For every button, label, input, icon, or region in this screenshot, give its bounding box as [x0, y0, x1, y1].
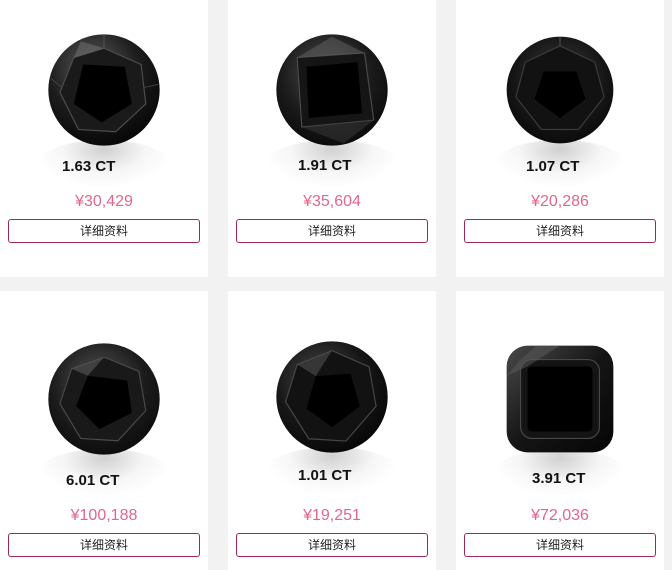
carat-label: 1.91 CT — [298, 157, 352, 174]
black-diamond-image[interactable] — [274, 339, 390, 455]
carat-label: 1.07 CT — [526, 158, 580, 175]
details-button[interactable]: 详细资料 — [236, 219, 428, 243]
price-label: ¥100,188 — [70, 507, 138, 524]
product-card[interactable]: 1.01 CT ¥19,251 详细资料 — [228, 291, 436, 570]
product-card[interactable]: 3.91 CT ¥72,036 详细资料 — [456, 291, 664, 570]
price-label: ¥72,036 — [531, 507, 589, 524]
price-label: ¥30,429 — [75, 193, 133, 210]
carat-label: 3.91 CT — [532, 470, 586, 487]
product-card[interactable]: 1.63 CT ¥30,429 详细资料 — [0, 0, 208, 277]
product-card[interactable]: 1.91 CT ¥35,604 详细资料 — [228, 0, 436, 277]
black-diamond-image[interactable] — [274, 32, 390, 148]
details-button[interactable]: 详细资料 — [236, 533, 428, 557]
carat-label: 6.01 CT — [66, 472, 120, 489]
product-card[interactable]: 6.01 CT ¥100,188 详细资料 — [0, 291, 208, 570]
black-diamond-image[interactable] — [502, 32, 618, 148]
details-button[interactable]: 详细资料 — [8, 219, 200, 243]
black-diamond-image[interactable] — [46, 341, 162, 457]
black-cushion-diamond-image[interactable] — [502, 341, 618, 457]
carat-label: 1.01 CT — [298, 467, 352, 484]
price-label: ¥20,286 — [531, 193, 589, 210]
price-label: ¥35,604 — [303, 193, 361, 210]
product-card[interactable]: 1.07 CT ¥20,286 详细资料 — [456, 0, 664, 277]
black-diamond-image[interactable] — [46, 32, 162, 148]
carat-label: 1.63 CT — [62, 158, 116, 175]
details-button[interactable]: 详细资料 — [8, 533, 200, 557]
price-label: ¥19,251 — [303, 507, 361, 524]
details-button[interactable]: 详细资料 — [464, 219, 656, 243]
details-button[interactable]: 详细资料 — [464, 533, 656, 557]
